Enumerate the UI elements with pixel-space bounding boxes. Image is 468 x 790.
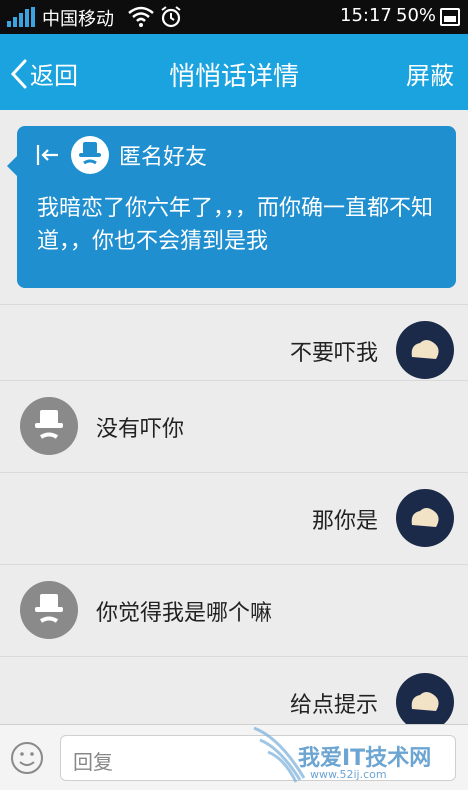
secret-message-card: 匿名好友 我暗恋了你六年了，，，而你确一直都不知道，，你也不会猜到是我 (7, 126, 456, 288)
secret-message-text: 我暗恋了你六年了，，，而你确一直都不知道，，你也不会猜到是我 (37, 196, 434, 254)
status-bar: 中国移动 15:17 50% (0, 0, 468, 34)
anonymous-avatar-icon (71, 136, 109, 174)
message-text: 不要吓我 (289, 341, 378, 366)
message-text: 给点提示 (289, 693, 378, 718)
exit-arrow-icon[interactable] (35, 142, 61, 168)
my-avatar[interactable] (396, 321, 454, 379)
battery-percent: 50% (396, 5, 437, 26)
message-row: 你觉得我是哪个嘛 (0, 564, 468, 656)
my-avatar[interactable] (396, 489, 454, 547)
anonymous-avatar-icon[interactable] (20, 581, 78, 639)
message-text: 没有吓你 (96, 417, 185, 442)
clock: 15:17 (340, 5, 392, 26)
message-row: 给点提示 (0, 656, 468, 724)
signal-icon (7, 7, 37, 27)
my-avatar[interactable] (396, 673, 454, 724)
emoji-icon[interactable] (10, 741, 44, 775)
page-title: 悄悄话详情 (168, 62, 299, 92)
alarm-icon (161, 6, 181, 28)
battery-icon (440, 8, 460, 26)
anonymous-avatar-icon[interactable] (20, 397, 78, 455)
message-text: 你觉得我是哪个嘛 (96, 601, 273, 626)
card-header: 匿名好友 (35, 136, 207, 174)
title-bar: 返回 悄悄话详情 屏蔽 (0, 34, 468, 110)
message-row: 没有吓你 (0, 380, 468, 472)
block-button[interactable]: 屏蔽 (406, 56, 454, 91)
carrier-name: 中国移动 (42, 9, 114, 30)
wifi-icon (128, 6, 154, 27)
site-watermark: 我爱IT技术网 www.52ij.com (250, 718, 460, 790)
message-row: 那你是 (0, 472, 468, 564)
watermark-url: www.52ij.com (310, 768, 387, 781)
chat-content[interactable]: 匿名好友 我暗恋了你六年了，，，而你确一直都不知道，，你也不会猜到是我 不要吓我… (0, 110, 468, 724)
sender-name: 匿名好友 (119, 145, 208, 170)
message-text: 那你是 (311, 509, 378, 534)
